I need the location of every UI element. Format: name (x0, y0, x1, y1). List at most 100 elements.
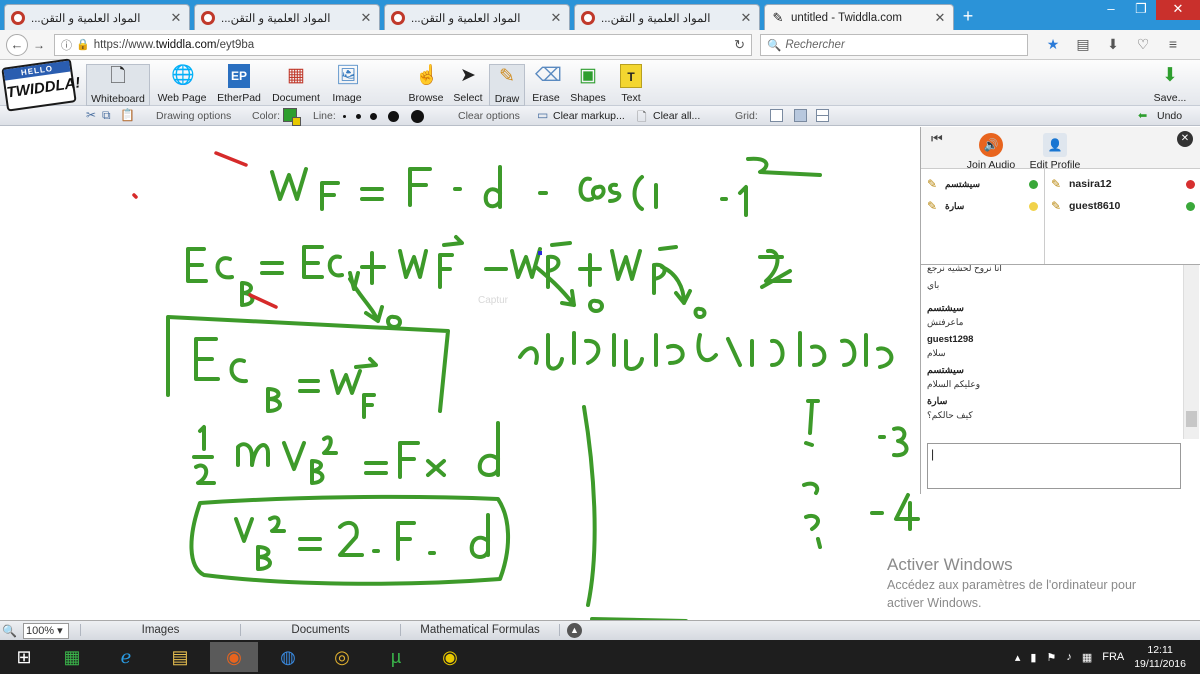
text-button[interactable]: T Text (614, 64, 648, 106)
user-list-column: ✎ nasira12 ✎ guest8610 (1045, 169, 1200, 264)
window-close-icon[interactable]: ✕ (1156, 0, 1200, 20)
stroke-box-1 (166, 315, 450, 413)
bookmark-star-icon[interactable]: ★ (1038, 36, 1068, 53)
save-button[interactable]: ⬇ Save... (1150, 64, 1190, 106)
browser-tab[interactable]: ...المواد العلمية و التقن ✕ (384, 4, 570, 30)
stroke-equals-4 (364, 461, 388, 475)
store-icon[interactable]: ▦ (48, 642, 96, 672)
stroke-hook (746, 156, 822, 177)
close-tab-icon[interactable]: ✕ (169, 10, 183, 26)
web-page-button[interactable]: 🌐 Web Page (154, 64, 210, 106)
address-bar[interactable]: ⓘ 🔒 https://www.twiddla.com/eyt9ba ↻ (54, 33, 752, 56)
browser-tab[interactable]: ...المواد العلمية و التقن ✕ (4, 4, 190, 30)
file-explorer-icon[interactable]: ▤ (156, 642, 204, 672)
whiteboard-canvas[interactable]: Captur (0, 127, 920, 620)
panel-header: ⏮ 🔊 Join Audio 👤 Edit Profile ✕ (921, 127, 1200, 171)
chat-scrollbar-thumb[interactable] (1186, 411, 1197, 427)
line-width-5[interactable] (411, 110, 424, 123)
stroke-f-sub (320, 181, 340, 211)
user-row[interactable]: ✎ guest8610 (1045, 195, 1200, 217)
user-row[interactable]: ✎ سيشتسم (921, 173, 1044, 195)
tray-up-icon[interactable]: ▴ (1015, 651, 1021, 664)
collapse-up-icon[interactable]: ▲ (567, 623, 582, 638)
media-disc-icon[interactable]: ◉ (426, 642, 474, 672)
start-windows-icon[interactable]: ⊞ (0, 642, 48, 672)
reload-icon[interactable]: ↻ (734, 37, 745, 53)
copy-icon[interactable]: ⧉ (102, 108, 111, 123)
clear-markup-button[interactable]: Clear markup... (553, 110, 625, 122)
download-icon[interactable]: ⬇ (1098, 36, 1128, 53)
minimize-icon[interactable]: – (1096, 0, 1126, 20)
chat-author: سارة (927, 396, 948, 407)
chat-input[interactable]: | (927, 443, 1181, 489)
grid-small-button[interactable] (794, 109, 807, 122)
menu-icon[interactable]: ≡ (1158, 36, 1188, 53)
browser-tab-active[interactable]: ✎ untitled - Twiddla.com ✕ (764, 4, 954, 30)
clear-all-icon: 🗋 (637, 110, 647, 124)
language-indicator[interactable]: FRA (1102, 651, 1124, 663)
tab-images[interactable]: Images (80, 624, 240, 636)
internet-explorer-icon[interactable]: ℯ (102, 642, 150, 672)
url-host: twiddla.com (155, 38, 217, 51)
erase-button[interactable]: ⌫ Erase (529, 64, 563, 106)
close-tab-icon[interactable]: ✕ (359, 10, 373, 26)
line-width-3[interactable] (370, 113, 377, 120)
edit-profile-button[interactable]: 👤 Edit Profile (1025, 133, 1085, 171)
select-button[interactable]: ➤ Select (450, 64, 486, 106)
join-audio-button[interactable]: 🔊 Join Audio (963, 133, 1019, 171)
user-row[interactable]: ✎ سارة (921, 195, 1044, 217)
tab-title: ...المواد العلمية و التقن (31, 12, 141, 25)
stroke-note-2 (802, 481, 822, 549)
grid-large-button[interactable] (816, 109, 829, 122)
tab-documents[interactable]: Documents (240, 624, 400, 636)
back-button[interactable]: ← (6, 33, 28, 56)
windows-taskbar: ⊞ ▦ ℯ ▤ ◉ ◍ ◎ µ ◉ ▴ ▮ ⚑ ♪ ▦ FRA 12:11 19… (0, 640, 1200, 674)
info-icon[interactable]: ⓘ (61, 37, 72, 53)
browser-tab[interactable]: ...المواد العلمية و التقن ✕ (194, 4, 380, 30)
paste-icon[interactable]: 📋 (120, 108, 135, 122)
browser-tab[interactable]: ...المواد العلمية و التقن ✕ (574, 4, 760, 30)
draw-button[interactable]: ✎ Draw (489, 64, 525, 106)
tray-network-icon[interactable]: ▦ (1082, 651, 1092, 664)
firefox-icon[interactable]: ◉ (210, 642, 258, 672)
undo-button[interactable]: Undo (1157, 110, 1182, 122)
tray-flag-icon[interactable]: ⚑ (1046, 651, 1056, 664)
zoom-select[interactable]: 100% ▾ (22, 622, 69, 639)
search-input[interactable]: 🔍 Rechercher (760, 33, 1028, 56)
document-button[interactable]: ▦ Document (268, 64, 324, 106)
image-button[interactable]: 🖼 Image (328, 64, 366, 106)
clear-all-button[interactable]: Clear all... (653, 110, 700, 122)
maximize-icon[interactable]: ❐ (1126, 0, 1156, 20)
chat-scrollbar[interactable] (1183, 265, 1199, 439)
pocket-icon[interactable]: ♡ (1128, 36, 1158, 53)
tab-mathematical-formulas[interactable]: Mathematical Formulas (400, 624, 560, 636)
cut-icon[interactable]: ✂ (86, 108, 96, 122)
tray-volume-icon[interactable]: ♪ (1066, 651, 1072, 663)
user-row[interactable]: ✎ nasira12 (1045, 173, 1200, 195)
user-list-column: ✎ سيشتسم ✎ سارة (921, 169, 1045, 264)
line-width-2[interactable] (356, 114, 361, 119)
new-tab-button[interactable]: + (954, 4, 982, 30)
clock[interactable]: 12:11 19/11/2016 (1134, 643, 1186, 671)
collapse-panel-icon[interactable]: ⏮ (931, 131, 943, 147)
etherpad-button[interactable]: EP EtherPad (214, 64, 264, 106)
shapes-button[interactable]: ▣ Shapes (568, 64, 608, 106)
color-swatch[interactable] (283, 108, 301, 126)
forward-button[interactable]: → (30, 38, 48, 52)
browse-button[interactable]: ☝ Browse (406, 64, 446, 106)
close-tab-icon[interactable]: ✕ (739, 10, 753, 26)
grid-none-button[interactable] (770, 109, 783, 122)
tray-power-icon[interactable]: ▮ (1030, 651, 1036, 664)
reading-list-icon[interactable]: ▤ (1068, 36, 1098, 53)
line-width-4[interactable] (388, 111, 399, 122)
globe-icon[interactable]: ◍ (264, 642, 312, 672)
close-panel-icon[interactable]: ✕ (1177, 131, 1193, 147)
chrome-icon[interactable]: ◎ (318, 642, 366, 672)
utorrent-icon[interactable]: µ (372, 642, 420, 672)
close-tab-icon[interactable]: ✕ (933, 10, 947, 26)
draw-label: Draw (494, 93, 520, 105)
close-tab-icon[interactable]: ✕ (549, 10, 563, 26)
whiteboard-button[interactable]: 🗋 Whiteboard (86, 64, 150, 106)
stroke-E3 (194, 337, 220, 381)
line-width-1[interactable] (343, 115, 346, 118)
